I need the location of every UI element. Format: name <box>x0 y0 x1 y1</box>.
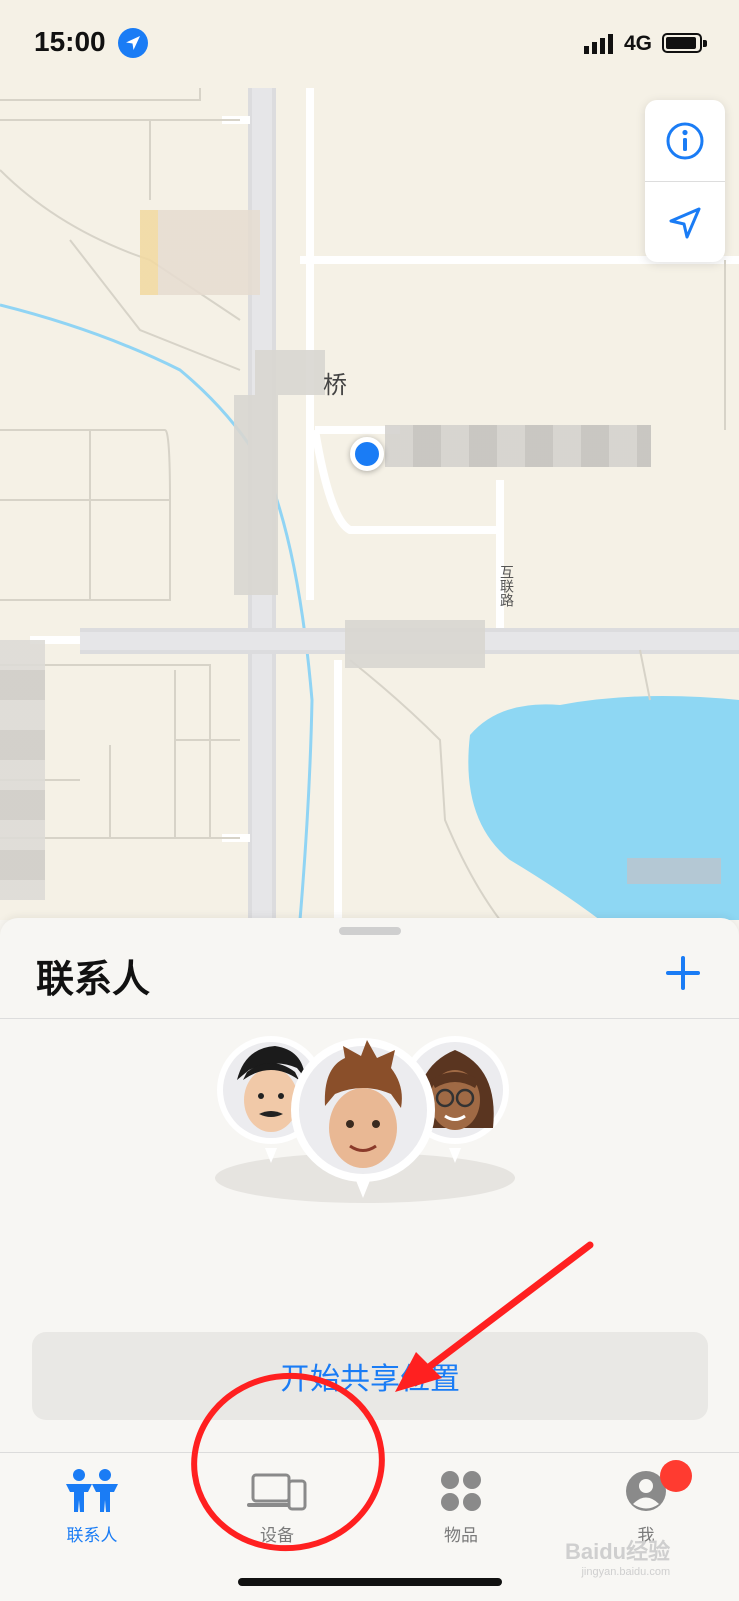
network-type: 4G <box>624 32 653 55</box>
blurred-label <box>234 395 278 595</box>
blurred-label <box>140 210 260 295</box>
start-sharing-location-button[interactable]: 开始共享位置 <box>32 1332 708 1420</box>
map-view[interactable]: 桥 互联路 <box>0 0 739 920</box>
current-location-dot <box>350 437 384 471</box>
battery-icon <box>662 33 707 53</box>
tab-people-label: 联系人 <box>66 1526 118 1546</box>
cellular-signal-icon <box>584 34 613 54</box>
status-bar: 15:00 4G <box>0 0 739 88</box>
people-icon <box>66 1469 118 1512</box>
tab-people[interactable]: 联系人 <box>17 1453 167 1563</box>
watermark: Baidu经验 jingyan.baidu.com <box>565 1539 671 1578</box>
tab-items-label: 物品 <box>444 1526 478 1546</box>
lake <box>468 696 739 920</box>
sheet-grabber[interactable] <box>339 927 401 935</box>
status-time: 15:00 <box>34 26 106 57</box>
memoji-group <box>215 1036 515 1203</box>
tab-items[interactable]: 物品 <box>386 1453 536 1563</box>
map-controls <box>645 100 725 262</box>
blurred-label <box>0 640 45 900</box>
info-icon <box>666 122 704 159</box>
tab-devices[interactable]: 设备 <box>202 1453 352 1563</box>
blurred-label <box>345 620 485 668</box>
plus-icon <box>666 956 700 990</box>
sheet-divider <box>0 1018 739 1019</box>
map-info-button[interactable] <box>645 100 725 181</box>
devices-icon <box>247 1473 307 1511</box>
track-location-button[interactable] <box>645 182 725 263</box>
map-place-label: 桥 <box>323 371 347 399</box>
location-services-icon <box>118 28 148 58</box>
blurred-label <box>627 858 721 884</box>
items-icon <box>441 1471 481 1511</box>
add-contact-button[interactable] <box>660 950 706 996</box>
home-indicator <box>238 1578 502 1586</box>
sheet-title: 联系人 <box>36 957 151 1001</box>
notification-badge <box>660 1460 692 1492</box>
blurred-label <box>385 425 651 467</box>
map-road-label: 互联路 <box>498 565 514 607</box>
blurred-label <box>255 350 325 395</box>
location-arrow-icon <box>669 207 701 238</box>
tab-devices-label: 设备 <box>260 1526 294 1546</box>
